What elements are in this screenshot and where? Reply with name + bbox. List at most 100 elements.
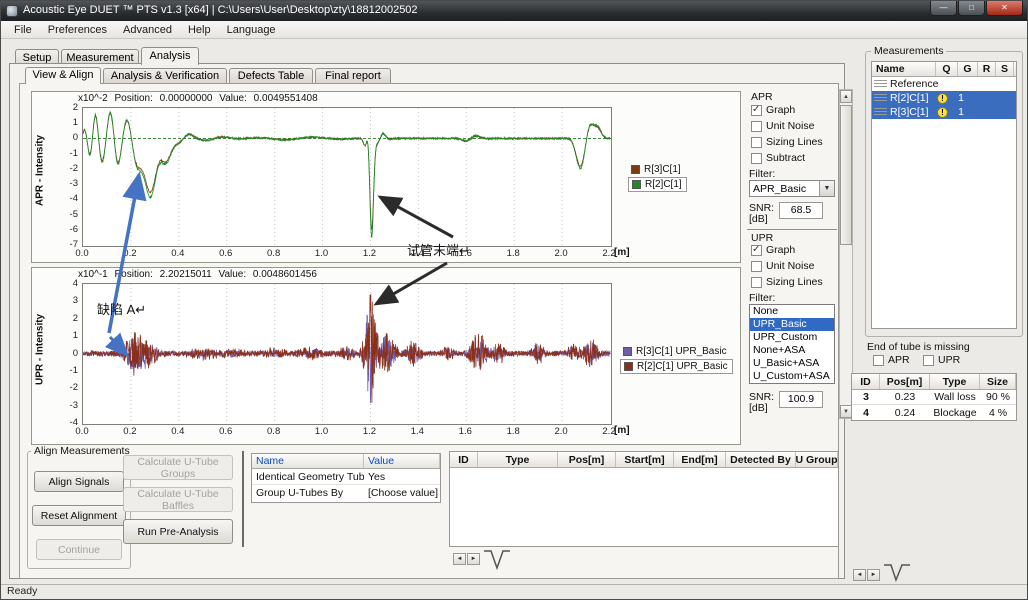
measurement-row-r3c1[interactable]: R[3]C[1] ! 1 (872, 105, 1016, 119)
apr-graph-checkbox[interactable]: ✓ (751, 105, 762, 116)
series-R[3]C[1] UPR_Basic (83, 314, 610, 403)
eot-upr-checkbox[interactable]: ✓ (923, 355, 934, 366)
apr-snr-unit: [dB] (749, 213, 768, 225)
maximize-button[interactable]: □ (958, 1, 985, 16)
filter-option-upr-basic[interactable]: UPR_Basic (750, 318, 834, 331)
legend-swatch-icon (631, 165, 640, 174)
prop-col-value[interactable]: Value (364, 454, 440, 468)
prop-col-name[interactable]: Name (252, 454, 364, 468)
title-bar[interactable]: Acoustic Eye DUET ™ PTS v1.3 [x64] | C:\… (1, 1, 1027, 21)
tab-view-align[interactable]: View & Align (25, 67, 101, 84)
y-tick-label: 2 (56, 102, 78, 113)
apr-sizing-lines-checkbox[interactable]: ✓ (751, 137, 762, 148)
col-g[interactable]: G (958, 62, 978, 76)
menu-help[interactable]: Help (181, 23, 218, 37)
upr-plot-area[interactable] (82, 283, 612, 425)
res-col-end[interactable]: End[m] (674, 452, 726, 467)
calc-utube-groups-button[interactable]: Calculate U-Tube Groups (123, 455, 233, 480)
col-r[interactable]: R (978, 62, 996, 76)
legend-entry[interactable]: R[3]C[1] (628, 162, 687, 177)
close-button[interactable]: ✕ (986, 1, 1023, 16)
upr-chart-header: x10^-1 Position: 2.20215011 Value: 0.004… (78, 269, 321, 280)
scroll-up-icon[interactable]: ▲ (840, 90, 852, 103)
defect-row-3[interactable]: 3 0.23 Wall loss 90 % (852, 390, 1016, 405)
legend-entry[interactable]: R[2]C[1] (628, 177, 687, 192)
filter-option-none-asa[interactable]: None+ASA (750, 344, 834, 357)
property-row[interactable]: Identical Geometry Tubes Yes (252, 469, 440, 485)
vertical-splitter[interactable] (242, 451, 244, 547)
upr-unit-noise-checkbox[interactable]: ✓ (751, 261, 762, 272)
upr-scale: x10^-1 (78, 269, 108, 280)
prop-value[interactable]: Yes (364, 471, 440, 483)
filter-option-upr-custom[interactable]: UPR_Custom (750, 331, 834, 344)
app-icon (6, 5, 18, 17)
col-id[interactable]: ID (852, 374, 880, 389)
measurement-row-r2c1[interactable]: R[2]C[1] ! 1 (872, 91, 1016, 105)
y-tick-label: -2 (56, 163, 78, 174)
filter-option-none[interactable]: None (750, 305, 834, 318)
res-col-u-group[interactable]: U Group (796, 452, 838, 467)
measurement-g: 1 (948, 106, 974, 118)
tab-analysis-verification[interactable]: Analysis & Verification (103, 68, 227, 83)
res-col-pos[interactable]: Pos[m] (558, 452, 616, 467)
upr-filter-listbox[interactable]: None UPR_Basic UPR_Custom None+ASA U_Bas… (749, 304, 835, 384)
apr-subtract-label: Subtract (766, 152, 805, 164)
prop-value[interactable]: [Choose value] (364, 487, 440, 499)
property-row[interactable]: Group U-Tubes By [Choose value] (252, 485, 440, 501)
nav-right-icon[interactable]: ► (467, 553, 480, 565)
tab-analysis[interactable]: Analysis (141, 47, 199, 65)
minimize-button[interactable]: — (930, 1, 957, 16)
col-pos[interactable]: Pos[m] (880, 374, 930, 389)
continue-button[interactable]: Continue (36, 539, 122, 560)
scrollbar-thumb[interactable] (840, 105, 852, 245)
eot-apr-checkbox[interactable]: ✓ (873, 355, 884, 366)
upr-graph-checkbox[interactable]: ✓ (751, 245, 762, 256)
results-header: ID Type Pos[m] Start[m] End[m] Detected … (450, 452, 838, 468)
col-s[interactable]: S (996, 62, 1014, 76)
side-panel-scrollbar[interactable]: ▲ ▼ (839, 89, 853, 419)
res-col-start[interactable]: Start[m] (616, 452, 674, 467)
apr-subtract-checkbox[interactable]: ✓ (751, 153, 762, 164)
warning-icon: ! (937, 93, 948, 104)
dropdown-arrow-icon[interactable]: ▼ (819, 181, 834, 196)
reset-alignment-button[interactable]: Reset Alignment (32, 505, 126, 526)
menu-advanced[interactable]: Advanced (116, 23, 179, 37)
nav-left-icon[interactable]: ◄ (453, 553, 466, 565)
col-type[interactable]: Type (930, 374, 980, 389)
apr-plot-area[interactable] (82, 107, 612, 247)
tab-final-report[interactable]: Final report (315, 68, 391, 83)
calc-utube-baffles-button[interactable]: Calculate U-Tube Baffles (123, 487, 233, 512)
status-text: Ready (7, 585, 37, 597)
col-name[interactable]: Name (872, 62, 936, 76)
defect-row-4[interactable]: 4 0.24 Blockage 4 % (852, 405, 1016, 420)
apr-chart-header: x10^-2 Position: 0.00000000 Value: 0.004… (78, 93, 322, 104)
upr-sizing-lines-checkbox[interactable]: ✓ (751, 277, 762, 288)
res-col-type[interactable]: Type (478, 452, 558, 467)
x-tick-label: 1.6 (453, 426, 477, 437)
measurements-table: Name Q G R S Reference R[2]C[1] ! 1 R[3]… (871, 61, 1017, 329)
apr-unit-noise-checkbox[interactable]: ✓ (751, 121, 762, 132)
filter-option-ubasic-asa[interactable]: U_Basic+ASA (750, 357, 834, 370)
nav-left-icon[interactable]: ◄ (853, 569, 866, 581)
x-tick-label: 0.6 (214, 248, 238, 259)
res-col-detected-by[interactable]: Detected By (726, 452, 796, 467)
run-pre-analysis-button[interactable]: Run Pre-Analysis (123, 519, 233, 544)
menu-file[interactable]: File (7, 23, 39, 37)
legend-entry[interactable]: R[3]C[1] UPR_Basic (620, 344, 733, 359)
x-tick-label: 1.0 (310, 248, 334, 259)
tab-defects-table[interactable]: Defects Table (229, 68, 313, 83)
menu-language[interactable]: Language (220, 23, 283, 37)
measurement-icon (874, 108, 887, 116)
x-tick-label: 1.8 (501, 248, 525, 259)
legend-entry[interactable]: R[2]C[1] UPR_Basic (620, 359, 733, 374)
measurement-row-reference[interactable]: Reference (872, 77, 1016, 91)
apr-filter-dropdown[interactable]: APR_Basic ▼ (749, 180, 835, 197)
col-size[interactable]: Size (980, 374, 1016, 389)
align-signals-button[interactable]: Align Signals (34, 471, 124, 492)
filter-option-ucustom-asa[interactable]: U_Custom+ASA (750, 370, 834, 383)
col-q[interactable]: Q (936, 62, 958, 76)
upr-position-value: 2.20215011 (160, 269, 212, 280)
nav-right-icon[interactable]: ► (867, 569, 880, 581)
menu-preferences[interactable]: Preferences (41, 23, 114, 37)
res-col-id[interactable]: ID (450, 452, 478, 467)
